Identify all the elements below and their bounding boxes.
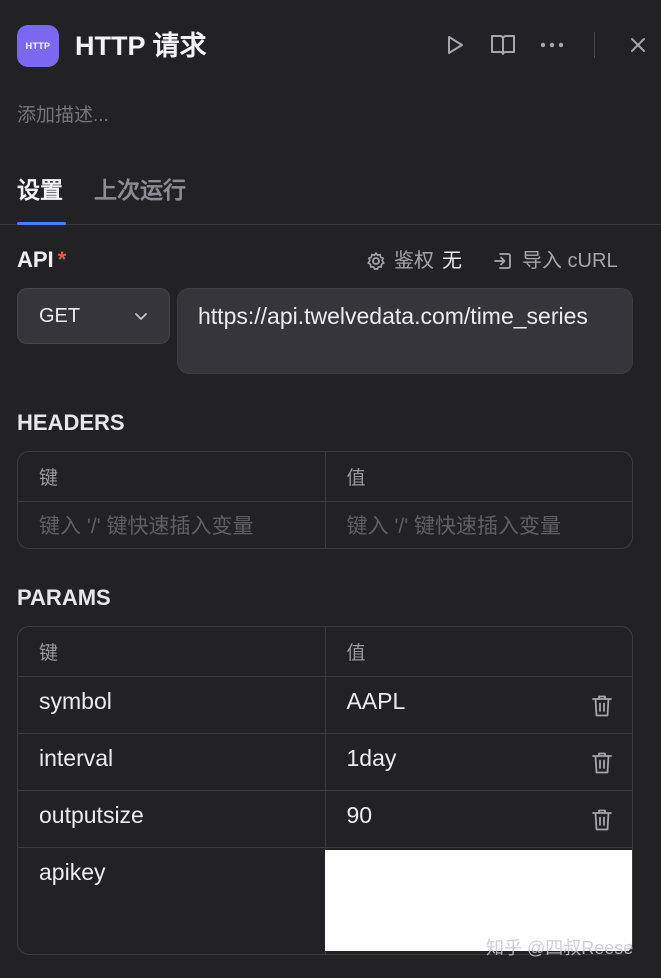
auth-label: 鉴权 <box>394 250 434 272</box>
more-options-button[interactable] <box>537 30 567 60</box>
more-icon <box>540 42 564 48</box>
play-icon <box>448 36 463 54</box>
node-header: HTTP HTTP 请求 <box>0 0 661 92</box>
headers-value-column: 值 <box>324 452 633 501</box>
table-row: outputsize 90 <box>18 791 632 848</box>
import-curl-button[interactable]: 导入 cURL <box>492 247 618 275</box>
help-docs-button[interactable] <box>488 30 518 60</box>
book-open-icon <box>491 35 515 55</box>
param-value-input[interactable]: AAPL <box>324 677 633 733</box>
api-label-text: API <box>17 247 54 272</box>
run-button[interactable] <box>440 30 470 60</box>
param-value-input[interactable]: 1day <box>324 734 633 790</box>
params-section-label: PARAMS <box>17 585 111 610</box>
params-table-header: 键 值 <box>18 627 632 677</box>
table-row: interval 1day <box>18 734 632 791</box>
params-value-column: 值 <box>324 627 633 676</box>
http-node-icon: HTTP <box>17 25 59 67</box>
chevron-down-icon <box>135 312 147 320</box>
description-input[interactable]: 添加描述... <box>17 103 109 129</box>
param-key-input[interactable]: symbol <box>18 677 325 733</box>
header-divider <box>594 32 595 58</box>
delete-param-button[interactable] <box>589 807 615 833</box>
trash-icon <box>592 752 612 774</box>
params-key-column: 键 <box>39 643 59 664</box>
trash-icon <box>592 695 612 717</box>
import-icon <box>494 253 511 269</box>
param-key-input[interactable]: apikey <box>18 848 325 954</box>
param-key-input[interactable]: interval <box>18 734 325 790</box>
required-mark: * <box>57 247 67 272</box>
delete-param-button[interactable] <box>589 693 615 719</box>
headers-key-column: 键 <box>39 468 59 489</box>
header-key-input[interactable]: 键入 '/' 键快速插入变量 <box>18 502 325 548</box>
watermark: 知乎 @四叔Reese <box>486 938 634 958</box>
headers-section-label: HEADERS <box>17 410 125 435</box>
headers-table-header: 键 值 <box>18 452 632 502</box>
active-tab-indicator <box>17 222 66 225</box>
api-label: API * <box>17 246 66 274</box>
header-value-input[interactable]: 键入 '/' 键快速插入变量 <box>324 502 633 548</box>
node-title[interactable]: HTTP 请求 <box>75 29 207 63</box>
tab-settings[interactable]: 设置 <box>17 175 63 205</box>
auth-value: 无 <box>442 250 462 272</box>
trash-icon <box>592 809 612 831</box>
close-icon <box>631 38 645 52</box>
import-curl-label: 导入 cURL <box>522 250 618 272</box>
param-key-input[interactable]: outputsize <box>18 791 325 847</box>
gear-icon <box>367 252 385 270</box>
table-row: symbol AAPL <box>18 677 632 734</box>
close-button[interactable] <box>623 30 653 60</box>
method-select[interactable]: GET <box>17 288 170 344</box>
http-node-icon-label: HTTP <box>25 41 51 51</box>
headers-new-row: 键入 '/' 键快速插入变量 键入 '/' 键快速插入变量 <box>18 502 632 548</box>
tab-last-run[interactable]: 上次运行 <box>94 175 186 205</box>
params-table: 键 值 symbol AAPL interval 1day outputsize… <box>17 626 633 955</box>
url-input[interactable]: https://api.twelvedata.com/time_series <box>177 288 633 374</box>
method-value: GET <box>39 304 81 327</box>
headers-table: 键 值 键入 '/' 键快速插入变量 键入 '/' 键快速插入变量 <box>17 451 633 549</box>
auth-button[interactable]: 鉴权 无 <box>366 247 462 275</box>
node-tabs: 设置 上次运行 <box>0 165 661 225</box>
delete-param-button[interactable] <box>589 750 615 776</box>
param-value-input[interactable]: 90 <box>324 791 633 847</box>
